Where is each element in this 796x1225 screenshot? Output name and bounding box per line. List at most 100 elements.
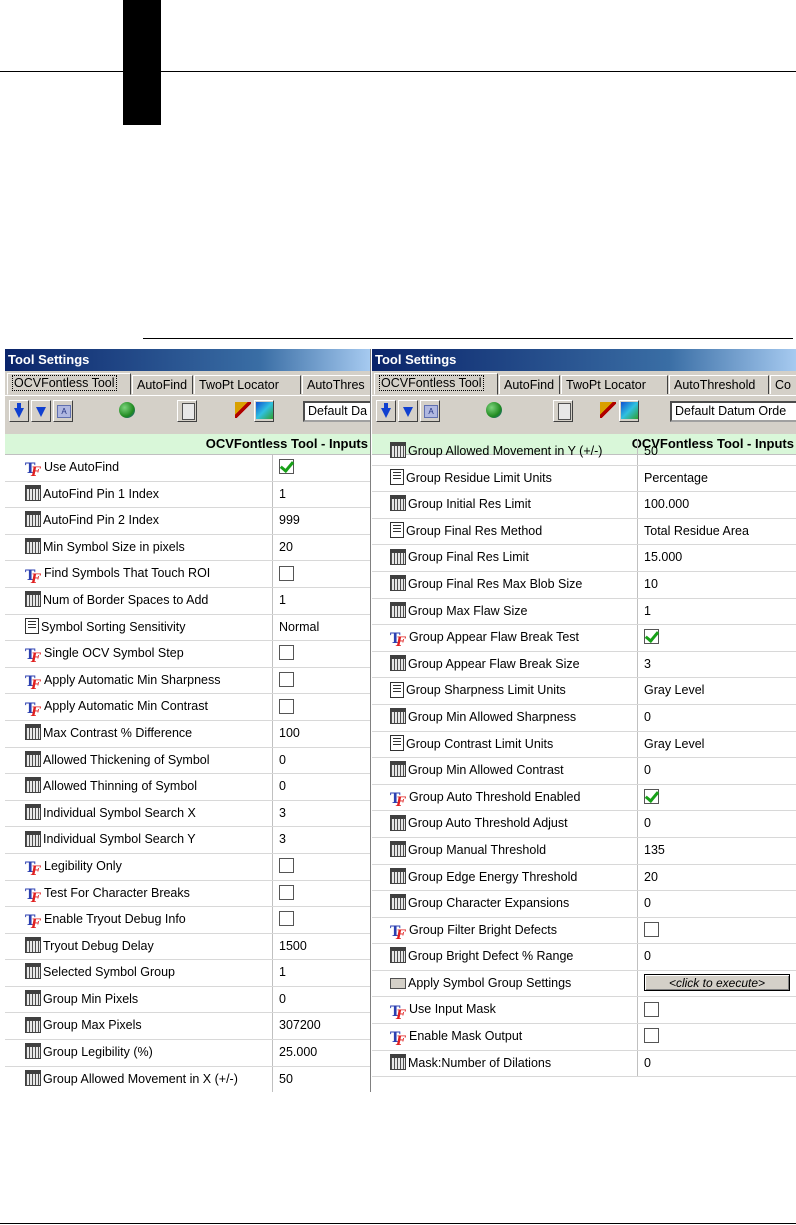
datum-order-select[interactable]: Default Datum Orde xyxy=(670,401,796,422)
property-row[interactable]: Enable Tryout Debug Info xyxy=(5,907,370,934)
property-value-cell[interactable]: 25.000 xyxy=(276,1040,370,1066)
property-value-cell[interactable] xyxy=(276,881,370,907)
property-row[interactable]: Symbol Sorting Sensitivity Normal xyxy=(5,614,370,642)
property-value[interactable]: 135 xyxy=(644,843,665,857)
tab-ocvfontless-tool[interactable]: OCVFontless Tool xyxy=(7,373,131,395)
checked-checkbox[interactable] xyxy=(279,459,294,475)
document-button[interactable] xyxy=(177,400,197,422)
property-value[interactable]: 1 xyxy=(279,487,286,501)
property-value[interactable]: 3 xyxy=(644,657,651,671)
tab-twopt-locator[interactable]: TwoPt Locator xyxy=(194,375,301,394)
property-value-cell[interactable]: 15.000 xyxy=(641,545,796,571)
checked-checkbox[interactable] xyxy=(644,788,659,804)
property-value-cell[interactable]: 0 xyxy=(276,748,370,774)
property-value-cell[interactable]: 1500 xyxy=(276,934,370,960)
property-row[interactable]: Group Auto Threshold Adjust 0 xyxy=(372,811,796,838)
property-row[interactable]: Individual Symbol Search Y 3 xyxy=(5,827,370,854)
property-value-cell[interactable]: <click to execute> xyxy=(641,971,796,997)
refresh-button[interactable] xyxy=(254,400,274,422)
globe-button[interactable] xyxy=(117,400,137,422)
property-row[interactable]: Apply Automatic Min Contrast xyxy=(5,694,370,721)
property-row[interactable]: Group Appear Flaw Break Size 3 xyxy=(372,651,796,679)
unchecked-checkbox[interactable] xyxy=(279,858,294,874)
property-row[interactable]: Group Min Pixels 0 xyxy=(5,986,370,1014)
property-value-cell[interactable]: Gray Level xyxy=(641,678,796,704)
property-value[interactable]: 1 xyxy=(644,604,651,618)
property-row[interactable]: Group Filter Bright Defects xyxy=(372,917,796,945)
property-value-cell[interactable] xyxy=(641,785,796,811)
property-value-cell[interactable]: 10 xyxy=(641,572,796,598)
property-value-cell[interactable]: 100 xyxy=(276,721,370,747)
property-value-cell[interactable]: 3 xyxy=(641,652,796,678)
property-row[interactable]: Group Max Pixels 307200 xyxy=(5,1013,370,1041)
checked-checkbox[interactable] xyxy=(644,629,659,645)
unchecked-checkbox[interactable] xyxy=(279,671,294,687)
paint-brush-button[interactable] xyxy=(598,400,618,422)
tab-ocvfontless-tool[interactable]: OCVFontless Tool xyxy=(374,373,498,395)
property-value[interactable]: 0 xyxy=(279,753,286,767)
property-value[interactable]: 50 xyxy=(279,1072,293,1086)
refresh-button[interactable] xyxy=(619,400,639,422)
property-value-cell[interactable]: 50 xyxy=(276,1067,370,1092)
property-value[interactable]: 15.000 xyxy=(644,550,682,564)
tab-autofind[interactable]: AutoFind xyxy=(132,375,193,394)
property-row[interactable]: Find Symbols That Touch ROI xyxy=(5,561,370,588)
unchecked-checkbox[interactable] xyxy=(279,884,294,900)
property-value-cell[interactable]: 0 xyxy=(641,811,796,837)
property-value-cell[interactable]: Gray Level xyxy=(641,732,796,758)
unchecked-checkbox[interactable] xyxy=(279,645,294,661)
property-row[interactable]: Tryout Debug Delay 1500 xyxy=(5,933,370,961)
move-down-button[interactable] xyxy=(376,400,396,422)
property-value[interactable]: 100 xyxy=(279,726,300,740)
datum-order-select[interactable]: Default Da xyxy=(303,401,370,422)
unchecked-checkbox[interactable] xyxy=(279,565,294,581)
property-row[interactable]: Allowed Thinning of Symbol 0 xyxy=(5,774,370,801)
property-value-cell[interactable] xyxy=(276,694,370,720)
property-row[interactable]: AutoFind Pin 1 Index 1 xyxy=(5,481,370,509)
move-down-alt-button[interactable] xyxy=(398,400,418,422)
property-value-cell[interactable] xyxy=(276,561,370,587)
unchecked-checkbox[interactable] xyxy=(279,698,294,714)
property-value[interactable]: 3 xyxy=(279,832,286,846)
property-value-cell[interactable]: 20 xyxy=(276,535,370,561)
property-value-cell[interactable]: Normal xyxy=(276,615,370,641)
property-value-cell[interactable]: 1 xyxy=(276,482,370,508)
property-row[interactable]: Group Allowed Movement in X (+/-) 50 xyxy=(5,1066,370,1092)
property-row[interactable]: Enable Mask Output xyxy=(372,1024,796,1051)
property-row[interactable]: Group Manual Threshold 135 xyxy=(372,837,796,865)
property-value-cell[interactable]: 0 xyxy=(641,705,796,731)
property-value-cell[interactable] xyxy=(276,907,370,933)
property-row[interactable]: Group Min Allowed Sharpness 0 xyxy=(372,704,796,732)
property-value-cell[interactable]: 0 xyxy=(641,758,796,784)
property-value-cell[interactable]: Total Residue Area xyxy=(641,519,796,545)
property-value[interactable]: 3 xyxy=(279,806,286,820)
tab-autothreshold[interactable]: AutoThres xyxy=(302,375,370,394)
tab-autothreshold[interactable]: AutoThreshold xyxy=(669,375,769,394)
property-value[interactable]: Normal xyxy=(279,620,319,634)
tab-twopt-locator[interactable]: TwoPt Locator xyxy=(561,375,668,394)
property-row[interactable]: Group Legibility (%) 25.000 xyxy=(5,1040,370,1067)
property-value[interactable]: 0 xyxy=(644,763,651,777)
property-value[interactable]: 100.000 xyxy=(644,497,689,511)
property-row[interactable]: Legibility Only xyxy=(5,853,370,881)
property-row[interactable]: Single OCV Symbol Step xyxy=(5,641,370,668)
property-value[interactable]: 999 xyxy=(279,513,300,527)
property-value-cell[interactable]: 135 xyxy=(641,838,796,864)
paint-brush-button[interactable] xyxy=(233,400,253,422)
property-row[interactable]: Group Final Res Limit 15.000 xyxy=(372,545,796,572)
property-row[interactable]: Group Character Expansions 0 xyxy=(372,891,796,918)
property-value-cell[interactable]: 100.000 xyxy=(641,492,796,518)
property-row[interactable]: Allowed Thickening of Symbol 0 xyxy=(5,747,370,775)
property-value-cell[interactable] xyxy=(276,455,370,481)
click-to-execute-button[interactable]: <click to execute> xyxy=(644,973,790,991)
property-value-cell[interactable]: 999 xyxy=(276,508,370,534)
property-value[interactable]: 0 xyxy=(279,779,286,793)
property-value[interactable]: 307200 xyxy=(279,1018,321,1032)
move-down-button[interactable] xyxy=(9,400,29,422)
property-value-cell[interactable] xyxy=(641,625,796,651)
property-row[interactable]: Use AutoFind xyxy=(5,455,370,482)
property-row[interactable]: Selected Symbol Group 1 xyxy=(5,960,370,987)
property-value-cell[interactable]: 1 xyxy=(276,960,370,986)
property-value[interactable]: 20 xyxy=(644,870,658,884)
property-row[interactable]: Group Auto Threshold Enabled xyxy=(372,784,796,812)
